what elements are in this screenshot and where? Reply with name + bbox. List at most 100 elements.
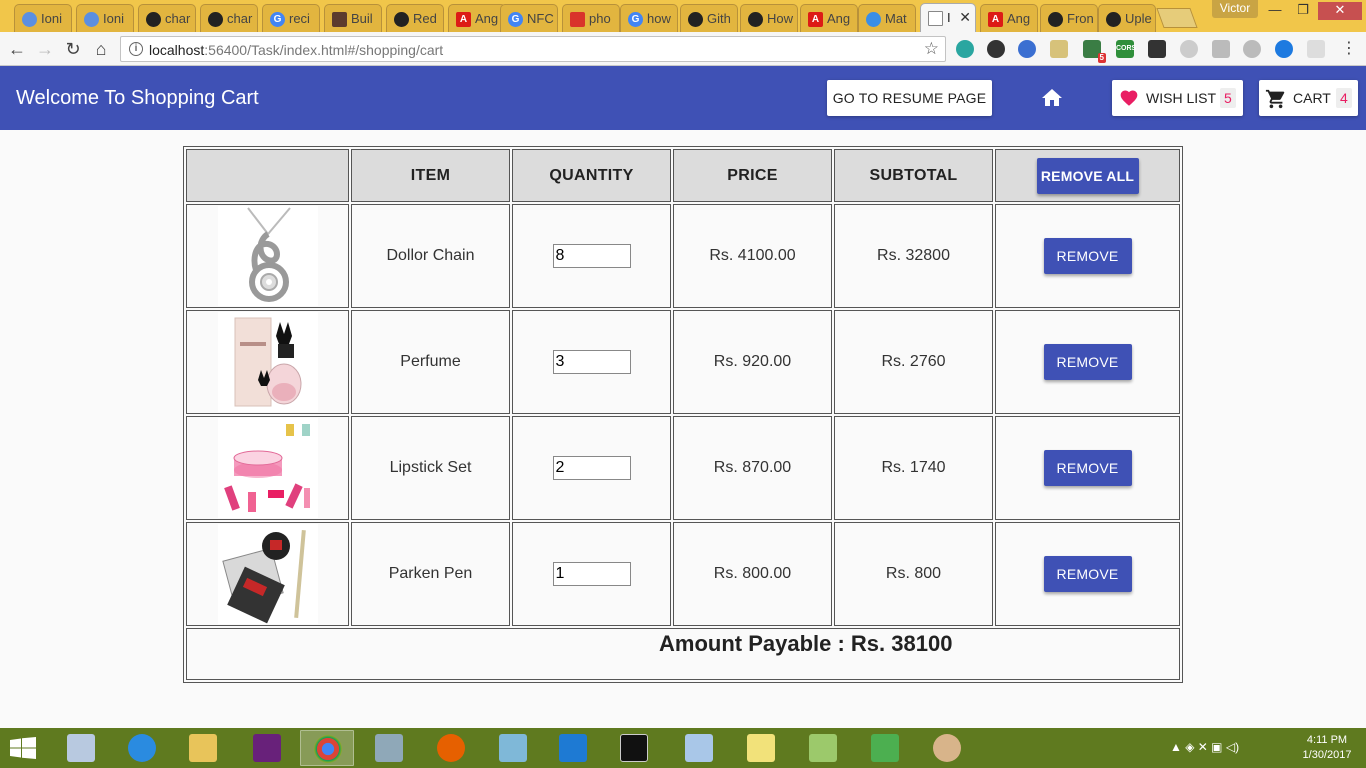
taskbar-item[interactable] xyxy=(546,730,600,766)
wishlist-label: WISH LIST xyxy=(1146,90,1217,106)
item-name: Perfume xyxy=(351,310,510,414)
taskbar-item[interactable] xyxy=(486,730,540,766)
browser-tab[interactable]: A Ang xyxy=(448,4,506,32)
item-name: Parken Pen xyxy=(351,522,510,626)
price: Rs. 920.00 xyxy=(673,310,832,414)
browser-tab[interactable]: pho xyxy=(562,4,620,32)
chrome-icon xyxy=(314,735,342,763)
extension-icon[interactable]: 5 xyxy=(1083,40,1106,63)
browser-tab[interactable]: Gith xyxy=(680,4,738,32)
wishlist-count-badge: 5 xyxy=(1220,88,1236,108)
bookmark-star-icon[interactable]: ☆ xyxy=(924,39,939,59)
extension-icon[interactable] xyxy=(1307,40,1325,58)
taskbar-item[interactable] xyxy=(362,730,416,766)
extension-icon[interactable] xyxy=(1180,40,1198,58)
browser-tab[interactable]: char xyxy=(138,4,196,32)
remove-button[interactable]: REMOVE xyxy=(1043,556,1132,592)
table-row: Dollor Chain Rs. 4100.00 Rs. 32800 REMOV… xyxy=(186,204,1180,308)
column-header-quantity: QUANTITY xyxy=(512,149,671,202)
taskbar-item[interactable] xyxy=(54,730,108,766)
taskbar-item[interactable] xyxy=(424,730,478,766)
film-icon[interactable] xyxy=(1148,40,1166,58)
browser-tab-active[interactable]: I ✕ xyxy=(920,3,976,32)
price: Rs. 4100.00 xyxy=(673,204,832,308)
info-icon[interactable]: i xyxy=(129,42,143,56)
css-extension-icon[interactable] xyxy=(1050,40,1068,58)
window-close-icon[interactable]: ✕ xyxy=(1318,2,1362,20)
browser-tab[interactable]: G NFC xyxy=(500,4,558,32)
cart-button[interactable]: CART 4 xyxy=(1259,80,1358,116)
close-icon[interactable]: ✕ xyxy=(959,9,971,26)
back-arrow-icon[interactable]: ← xyxy=(6,38,28,60)
taskbar-item[interactable] xyxy=(672,730,726,766)
quantity-cell xyxy=(512,310,671,414)
remove-button[interactable]: REMOVE xyxy=(1043,344,1132,380)
taskbar-item[interactable] xyxy=(607,730,661,766)
price: Rs. 870.00 xyxy=(673,416,832,520)
taskbar-item[interactable] xyxy=(858,730,912,766)
url-text: localhost:56400/Task/index.html#/shoppin… xyxy=(149,42,444,58)
system-tray[interactable]: ▲ ◈ ✕ ▣ ◁) xyxy=(1170,740,1239,754)
windows-start-icon[interactable] xyxy=(10,737,36,759)
browser-tab[interactable]: Red xyxy=(386,4,444,32)
taskbar-item[interactable] xyxy=(300,730,354,766)
browser-tab[interactable]: A Ang xyxy=(800,4,858,32)
clock[interactable]: 4:11 PM 1/30/2017 xyxy=(1294,733,1360,763)
gear-icon[interactable] xyxy=(987,40,1005,58)
angular-icon: A xyxy=(456,12,471,27)
quantity-input[interactable] xyxy=(552,562,631,586)
home-icon[interactable] xyxy=(1040,86,1064,110)
amount-payable: Amount Payable : Rs. 38100 xyxy=(659,631,953,656)
forward-arrow-icon[interactable]: → xyxy=(34,38,56,60)
browser-tab[interactable]: Buil xyxy=(324,4,382,32)
reload-icon[interactable]: ↻ xyxy=(62,38,84,60)
maximize-icon[interactable]: ❐ xyxy=(1290,2,1316,20)
pen-gift-box-icon xyxy=(217,524,318,624)
quantity-input[interactable] xyxy=(552,244,631,268)
browser-tab[interactable]: Greci xyxy=(262,4,320,32)
column-header-actions: REMOVE ALL xyxy=(995,149,1180,202)
minimize-icon[interactable]: — xyxy=(1262,2,1288,20)
new-tab-button[interactable] xyxy=(1156,8,1198,28)
cart-count-badge: 4 xyxy=(1336,88,1352,108)
resume-page-button[interactable]: GO TO RESUME PAGE xyxy=(827,80,992,116)
quantity-input[interactable] xyxy=(552,456,631,480)
browser-tab[interactable]: How xyxy=(740,4,798,32)
browser-tab[interactable]: Ioni xyxy=(76,4,134,32)
remove-button[interactable]: REMOVE xyxy=(1043,238,1132,274)
address-bar[interactable]: i localhost:56400/Task/index.html#/shopp… xyxy=(120,36,946,62)
remove-button[interactable]: REMOVE xyxy=(1043,450,1132,486)
taskbar-item[interactable] xyxy=(115,730,169,766)
globe-icon[interactable] xyxy=(1018,40,1036,58)
profile-button[interactable]: Victor xyxy=(1212,0,1258,18)
browser-tab[interactable]: A Ang xyxy=(980,4,1038,32)
taskbar-item[interactable] xyxy=(734,730,788,766)
column-header-price: PRICE xyxy=(673,149,832,202)
firefox-icon xyxy=(437,734,465,762)
github-icon xyxy=(688,12,703,27)
angular-icon[interactable] xyxy=(1243,40,1261,58)
browser-tab[interactable]: Ioni xyxy=(14,4,72,32)
table-header-row: ITEM QUANTITY PRICE SUBTOTAL REMOVE ALL xyxy=(186,149,1180,202)
wishlist-button[interactable]: WISH LIST 5 xyxy=(1112,80,1243,116)
browser-tab[interactable]: char xyxy=(200,4,258,32)
actions-cell: REMOVE xyxy=(995,522,1180,626)
browser-tab[interactable]: Fron xyxy=(1040,4,1098,32)
remove-all-button[interactable]: REMOVE ALL xyxy=(1036,157,1139,194)
extension-icon[interactable] xyxy=(956,40,974,58)
browser-tab[interactable]: Mat xyxy=(858,4,916,32)
perfume-bottle-icon xyxy=(217,312,318,412)
home-icon[interactable]: ⌂ xyxy=(90,38,112,60)
taskbar-item[interactable] xyxy=(920,730,974,766)
taskbar-item[interactable] xyxy=(796,730,850,766)
menu-icon[interactable]: ⋮ xyxy=(1338,38,1360,60)
notepad-icon xyxy=(685,734,713,762)
extension-icon[interactable] xyxy=(1212,40,1230,58)
browser-tab[interactable]: Ghow xyxy=(620,4,678,32)
taskbar-item[interactable] xyxy=(176,730,230,766)
browser-tab[interactable]: Uple xyxy=(1098,4,1156,32)
quantity-input[interactable] xyxy=(552,350,631,374)
cors-icon[interactable]: CORS xyxy=(1116,40,1136,58)
taskbar-item[interactable] xyxy=(240,730,294,766)
extension-icon[interactable] xyxy=(1275,40,1293,58)
